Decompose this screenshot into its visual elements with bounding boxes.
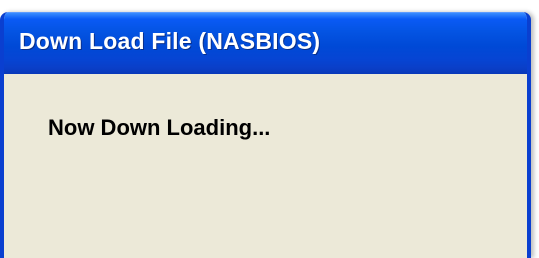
window-title: Down Load File (NASBIOS): [19, 28, 321, 54]
dialog-body: Now Down Loading...: [4, 74, 527, 258]
title-bar[interactable]: Down Load File (NASBIOS): [4, 12, 527, 74]
download-dialog-window: Down Load File (NASBIOS) Now Down Loadin…: [0, 12, 531, 258]
status-message: Now Down Loading...: [48, 115, 271, 140]
